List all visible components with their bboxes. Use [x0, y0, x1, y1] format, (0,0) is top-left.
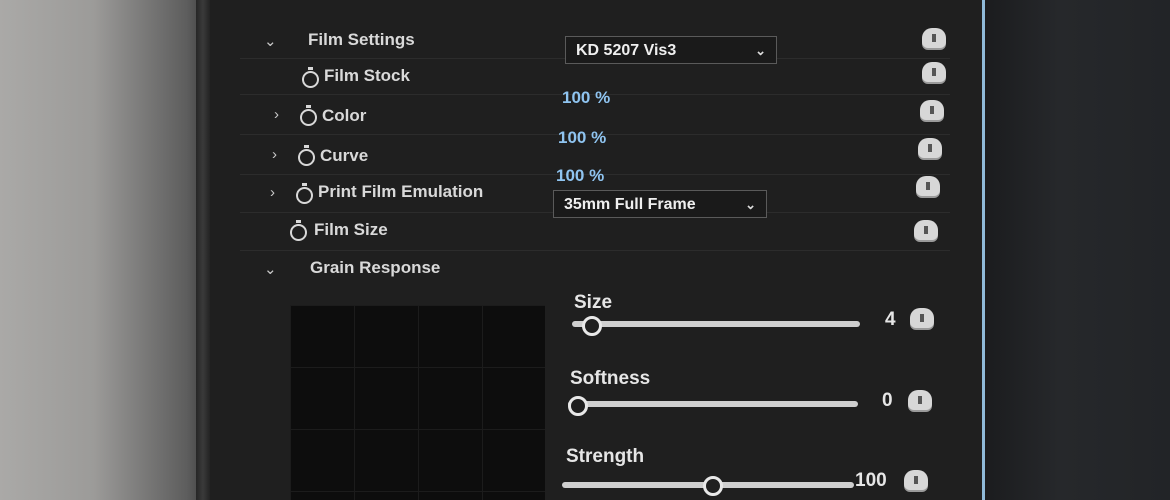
- reset-icon[interactable]: [922, 62, 946, 82]
- size-slider-track[interactable]: [572, 321, 860, 327]
- strength-value[interactable]: 100: [855, 470, 887, 492]
- reset-icon[interactable]: [920, 100, 944, 120]
- film-size-label: Film Size: [314, 220, 388, 239]
- film-size-row: Film Size 35mm Full Frame ⌄: [240, 190, 950, 251]
- film-settings-title: Film Settings: [308, 30, 415, 49]
- softness-value[interactable]: 0: [882, 390, 893, 412]
- strength-label: Strength: [566, 446, 645, 467]
- monitor-bezel-left: [196, 0, 210, 500]
- chevron-right-icon[interactable]: ›: [272, 146, 277, 163]
- grain-response-header-row[interactable]: ⌄ Grain Response: [240, 252, 950, 288]
- softness-label: Softness: [570, 368, 651, 389]
- print-film-emulation-value[interactable]: 100 %: [556, 166, 604, 186]
- film-stock-dropdown[interactable]: KD 5207 Vis3 ⌄: [565, 36, 777, 64]
- reset-icon[interactable]: [914, 220, 938, 240]
- stopwatch-icon[interactable]: [300, 105, 317, 126]
- grain-response-title: Grain Response: [310, 258, 441, 277]
- chevron-down-icon: ⌄: [745, 197, 756, 212]
- size-value[interactable]: 4: [885, 309, 896, 331]
- reset-icon[interactable]: [904, 470, 928, 490]
- curve-value[interactable]: 100 %: [558, 128, 606, 148]
- color-value[interactable]: 100 %: [562, 88, 610, 108]
- film-size-value: 35mm Full Frame: [564, 196, 696, 213]
- chevron-down-icon[interactable]: ⌄: [264, 260, 277, 278]
- chevron-right-icon[interactable]: ›: [270, 184, 275, 201]
- reset-icon[interactable]: [916, 176, 940, 196]
- stopwatch-icon[interactable]: [290, 220, 307, 241]
- strength-slider-thumb[interactable]: [703, 476, 723, 496]
- reset-icon[interactable]: [918, 138, 942, 158]
- effect-controls-panel: ⌄ Film Settings Film Stock KD 5207 Vis3 …: [210, 0, 985, 500]
- softness-slider-thumb[interactable]: [568, 396, 588, 416]
- reset-icon[interactable]: [908, 390, 932, 410]
- print-film-emulation-label: Print Film Emulation: [318, 182, 484, 201]
- stopwatch-icon[interactable]: [302, 67, 319, 88]
- color-label: Color: [322, 106, 367, 125]
- reset-icon[interactable]: [910, 308, 934, 328]
- film-settings-panel: ⌄ Film Settings Film Stock KD 5207 Vis3 …: [210, 0, 982, 500]
- monitor-bezel-right: [985, 0, 1170, 500]
- chevron-right-icon[interactable]: ›: [274, 106, 279, 123]
- film-stock-value: KD 5207 Vis3: [576, 42, 677, 59]
- size-slider-thumb[interactable]: [582, 316, 602, 336]
- film-size-dropdown[interactable]: 35mm Full Frame ⌄: [553, 190, 767, 218]
- stopwatch-icon[interactable]: [296, 183, 313, 204]
- film-stock-label: Film Stock: [324, 66, 410, 85]
- grain-response-graph: [290, 305, 545, 500]
- size-label: Size: [574, 292, 613, 313]
- chevron-down-icon[interactable]: ⌄: [264, 32, 277, 50]
- softness-slider-track[interactable]: [568, 401, 858, 407]
- chevron-down-icon: ⌄: [755, 43, 766, 58]
- curve-label: Curve: [320, 146, 369, 165]
- reset-icon[interactable]: [922, 28, 946, 48]
- stopwatch-icon[interactable]: [298, 145, 315, 166]
